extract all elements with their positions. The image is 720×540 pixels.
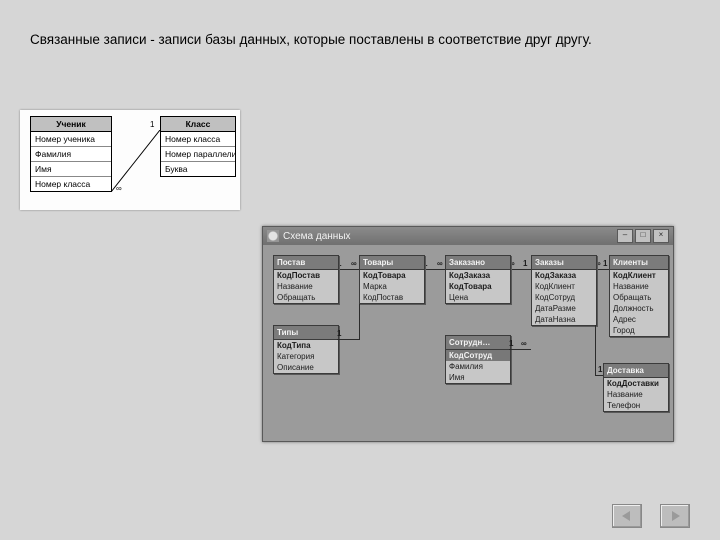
cardinality-many: ∞ — [351, 259, 357, 268]
entity-field: КодКлиент — [610, 270, 668, 281]
table-student: Ученик Номер ученика Фамилия Имя Номер к… — [30, 116, 112, 192]
prev-slide-button[interactable] — [612, 504, 642, 528]
entity-title: Клиенты — [610, 256, 668, 270]
entity-field: Обращать — [274, 292, 338, 303]
entity-field: КодСотруд — [532, 292, 596, 303]
table-student-row: Номер класса — [31, 177, 111, 191]
entity-title: Постав — [274, 256, 338, 270]
entity-field: Телефон — [604, 400, 668, 411]
entity-field: КодЗаказа — [532, 270, 596, 281]
cardinality-many: ∞ — [116, 184, 122, 193]
entity-dostavka[interactable]: Доставка КодДоставки Название Телефон — [603, 363, 669, 412]
entity-tovary[interactable]: Товары КодТовара Марка КодПостав — [359, 255, 425, 304]
window-title: Схема данных — [283, 231, 351, 242]
entity-title: Типы — [274, 326, 338, 340]
cardinality-one: 1 — [598, 365, 602, 374]
entity-field: КодЗаказа — [446, 270, 510, 281]
table-class-title: Класс — [161, 117, 235, 132]
entity-field: ДатаНазна — [532, 314, 596, 325]
app-icon — [267, 230, 279, 242]
entity-field: Название — [604, 389, 668, 400]
relation-line — [595, 375, 603, 376]
entity-field: Город — [610, 325, 668, 336]
entity-field: Название — [274, 281, 338, 292]
relation-line — [423, 269, 445, 270]
entity-field: КодКлиент — [532, 281, 596, 292]
entity-field: Категория — [274, 351, 338, 362]
entity-field: Адрес — [610, 314, 668, 325]
entity-field: КодТовара — [446, 281, 510, 292]
entity-field: Марка — [360, 281, 424, 292]
entity-title: Заказы — [532, 256, 596, 270]
entity-sotrudniki[interactable]: Сотрудн… КодСотруд Фамилия Имя — [445, 335, 511, 384]
schema-window: Схема данных – □ × 1 ∞ 1 ∞ ∞ 1 ∞ 1 Поста… — [262, 226, 674, 442]
relation-line — [595, 269, 609, 270]
relation-line — [595, 325, 596, 376]
schema-canvas[interactable]: 1 ∞ 1 ∞ ∞ 1 ∞ 1 Постав КодПостав Названи… — [263, 245, 673, 441]
table-class: Класс Номер класса Номер параллели Буква — [160, 116, 236, 177]
cardinality-many: ∞ — [521, 339, 527, 348]
window-titlebar: Схема данных – □ × — [263, 227, 673, 246]
relation-line — [509, 349, 531, 350]
cardinality-one: 1 — [337, 329, 341, 338]
close-button[interactable]: × — [653, 229, 669, 243]
entity-field: ДатаРазме — [532, 303, 596, 314]
entity-title: Товары — [360, 256, 424, 270]
entity-title: Заказано — [446, 256, 510, 270]
next-slide-button[interactable] — [660, 504, 690, 528]
entity-field: Цена — [446, 292, 510, 303]
entity-field: КодТовара — [360, 270, 424, 281]
minimize-button[interactable]: – — [617, 229, 633, 243]
entity-field: КодПостав — [274, 270, 338, 281]
relation-line — [111, 130, 160, 192]
arrow-left-icon — [620, 510, 634, 522]
entity-field: Фамилия — [446, 361, 510, 372]
entity-title: Сотрудн… — [446, 336, 510, 350]
page-caption: Связанные записи - записи базы данных, к… — [30, 32, 592, 47]
cardinality-many: ∞ — [437, 259, 443, 268]
cardinality-one: 1 — [509, 339, 513, 348]
entity-field: Имя — [446, 372, 510, 383]
entity-zakazano[interactable]: Заказано КодЗаказа КодТовара Цена — [445, 255, 511, 304]
table-student-title: Ученик — [31, 117, 111, 132]
cardinality-one: 1 — [150, 120, 154, 129]
arrow-right-icon — [668, 510, 682, 522]
entity-tipy[interactable]: Типы КодТипа Категория Описание — [273, 325, 339, 374]
entity-postav[interactable]: Постав КодПостав Название Обращать — [273, 255, 339, 304]
table-class-row: Номер класса — [161, 132, 235, 147]
table-class-row: Номер параллели — [161, 147, 235, 162]
entity-field: КодДоставки — [604, 378, 668, 389]
entity-zakazy[interactable]: Заказы КодЗаказа КодКлиент КодСотруд Дат… — [531, 255, 597, 326]
slide-nav — [612, 504, 690, 528]
relation-line — [337, 269, 359, 270]
relation-line — [509, 269, 531, 270]
table-student-row: Фамилия — [31, 147, 111, 162]
entity-field: Описание — [274, 362, 338, 373]
entity-klienty[interactable]: Клиенты КодКлиент Название Обращать Долж… — [609, 255, 669, 337]
diagram-simple-relation: Ученик Номер ученика Фамилия Имя Номер к… — [20, 110, 240, 210]
entity-field: Должность — [610, 303, 668, 314]
maximize-button[interactable]: □ — [635, 229, 651, 243]
table-student-row: Номер ученика — [31, 132, 111, 147]
table-class-row: Буква — [161, 162, 235, 176]
entity-field: КодТипа — [274, 340, 338, 351]
table-student-row: Имя — [31, 162, 111, 177]
entity-field: Название — [610, 281, 668, 292]
entity-title: Доставка — [604, 364, 668, 378]
entity-field: КодПостав — [360, 292, 424, 303]
cardinality-one: 1 — [603, 259, 607, 268]
entity-field: Обращать — [610, 292, 668, 303]
entity-field: КодСотруд — [446, 350, 510, 361]
relation-line — [337, 339, 359, 340]
cardinality-one: 1 — [523, 259, 527, 268]
